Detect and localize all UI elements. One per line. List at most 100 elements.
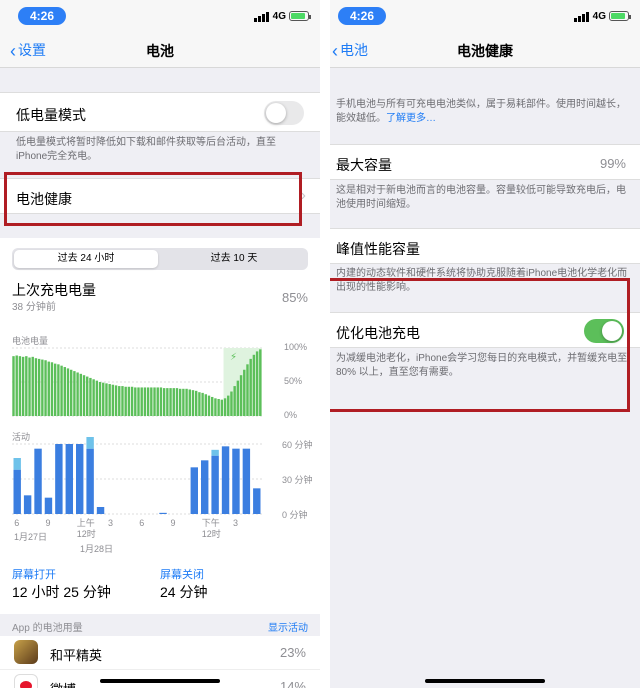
battery-level-bar [37, 358, 41, 416]
battery-level-bar [66, 368, 70, 416]
battery-level-bar [60, 365, 63, 416]
low-power-note: 低电量模式将暂时降低如下载和邮件获取等后台活动，直至iPhone完全充电。 [16, 137, 276, 162]
battery-health-screen: 4:26 4G ‹ 电池 电池健康 手机电池与所有可充电电池类似，属于易耗部件。使… [330, 0, 640, 688]
battery-level-bar [114, 385, 118, 416]
intro-text: 手机电池与所有可充电电池类似，属于易耗部件。使用时间越长，能效越低。 [336, 99, 626, 124]
battery-level-bar [34, 358, 38, 416]
peak-performance-row: 峰值性能容量 [330, 228, 640, 264]
battery-level-bar [227, 395, 230, 416]
screen-on-bar [34, 448, 42, 514]
battery-level-bar [169, 388, 172, 416]
status-bar: 4:26 4G [0, 0, 320, 30]
battery-level-bar [249, 358, 252, 416]
screen-on-value: 12 小时 25 分钟 [12, 584, 111, 600]
battery-level-bar [41, 359, 44, 416]
screen-on-bar [44, 497, 53, 514]
battery-level-bar [108, 384, 111, 416]
battery-level-bar [137, 387, 140, 416]
battery-level-bar [121, 386, 124, 416]
app-icon-weibo [14, 674, 38, 688]
battery-level-bar [105, 383, 108, 416]
app-usage-title: App 的电池用量 [12, 623, 83, 634]
max-capacity-label: 最大容量 [336, 157, 392, 173]
app-percent: 14% [279, 679, 306, 688]
activity-xtick: 下午 12时 [201, 518, 221, 539]
battery-level-bar [223, 398, 227, 416]
low-power-row[interactable]: 低电量模式 [0, 92, 320, 132]
battery-level-bar [191, 390, 195, 416]
learn-more-link[interactable]: 了解更多… [386, 113, 436, 124]
screen-off-label: 屏幕关闭 [160, 569, 204, 581]
screen-on-bar [242, 448, 251, 514]
battery-level-bar [175, 388, 179, 416]
home-indicator[interactable] [100, 679, 220, 683]
battery-level-bar [118, 386, 121, 416]
battery-level-bar [207, 395, 211, 416]
battery-level-bar [217, 399, 220, 416]
screen-on-bar [13, 469, 21, 514]
screen-on-label: 屏幕打开 [12, 569, 56, 581]
battery-level-bar [259, 349, 262, 416]
date-label-1: 1月27日 [14, 532, 48, 542]
battery-level-bar [201, 392, 204, 416]
home-indicator[interactable] [425, 679, 545, 683]
battery-level-bar [146, 387, 150, 416]
battery-screen: 4:26 4G ‹ 设置 电池 低电量模式 低电量模式将暂时降低如下载和邮件获取等… [0, 0, 320, 688]
battery-level-bar [211, 396, 214, 416]
signal-icon [574, 12, 590, 22]
activity-ytick-30: 30 分钟 [282, 475, 313, 485]
app-name: 微博 [50, 679, 76, 688]
screen-on-bar [190, 467, 198, 514]
battery-level-bar [185, 388, 188, 416]
activity-xtick: 3 [107, 518, 113, 528]
screen-on-bar [159, 512, 167, 514]
screen-on-bar [55, 444, 63, 514]
battery-level-bar [124, 386, 127, 416]
battery-level-bar [98, 382, 102, 416]
battery-level-bar [63, 367, 66, 416]
battery-level-bar [204, 394, 208, 416]
battery-level-bar [127, 386, 131, 416]
battery-level-bar [153, 387, 156, 416]
date-label-2: 1月28日 [80, 544, 114, 554]
max-capacity-value: 99% [599, 156, 626, 171]
network-label: 4G [592, 11, 606, 22]
battery-level-bar [95, 380, 99, 416]
battery-level-bar [86, 376, 89, 416]
app-percent: 23% [279, 645, 306, 660]
screen-on-bar [232, 448, 240, 514]
screen-on-bar [65, 444, 73, 514]
battery-level-bar [243, 369, 246, 416]
battery-level-bar [69, 369, 73, 416]
battery-level-bar [214, 398, 217, 416]
activity-xtick: 9 [170, 518, 176, 528]
low-power-label: 低电量模式 [16, 107, 86, 123]
battery-level-bar [172, 388, 175, 416]
battery-level-bar [31, 356, 34, 416]
activity-chart-label: 活动 [12, 432, 31, 442]
screen-on-bar [221, 446, 230, 514]
screen-on-bar [23, 495, 32, 514]
battery-status-icon [609, 11, 631, 21]
battery-level-bar [111, 384, 115, 416]
nav-bar: ‹ 电池 电池健康 [330, 30, 640, 68]
battery-level-bar [255, 351, 259, 416]
screen-off-bar [13, 458, 21, 470]
screen-off-value: 24 分钟 [160, 584, 208, 600]
battery-level-bar [166, 388, 169, 416]
max-capacity-row: 最大容量 99% [330, 144, 640, 180]
show-activity-link[interactable]: 显示活动 [268, 619, 308, 634]
low-power-toggle[interactable] [264, 101, 304, 125]
app-row[interactable]: 和平精英 23% [0, 636, 320, 670]
battery-level-bar [194, 390, 198, 416]
battery-level-bar [140, 387, 143, 416]
battery-level-bar [102, 382, 105, 416]
battery-level-bar [233, 386, 236, 416]
page-title: 电池 [146, 43, 174, 59]
battery-level-bar [236, 380, 240, 416]
peak-performance-label: 峰值性能容量 [336, 241, 420, 257]
screen-on-bar [253, 488, 261, 514]
battery-level-bar [130, 386, 134, 416]
status-time: 4:26 [18, 7, 66, 25]
highlight-box [4, 172, 302, 226]
